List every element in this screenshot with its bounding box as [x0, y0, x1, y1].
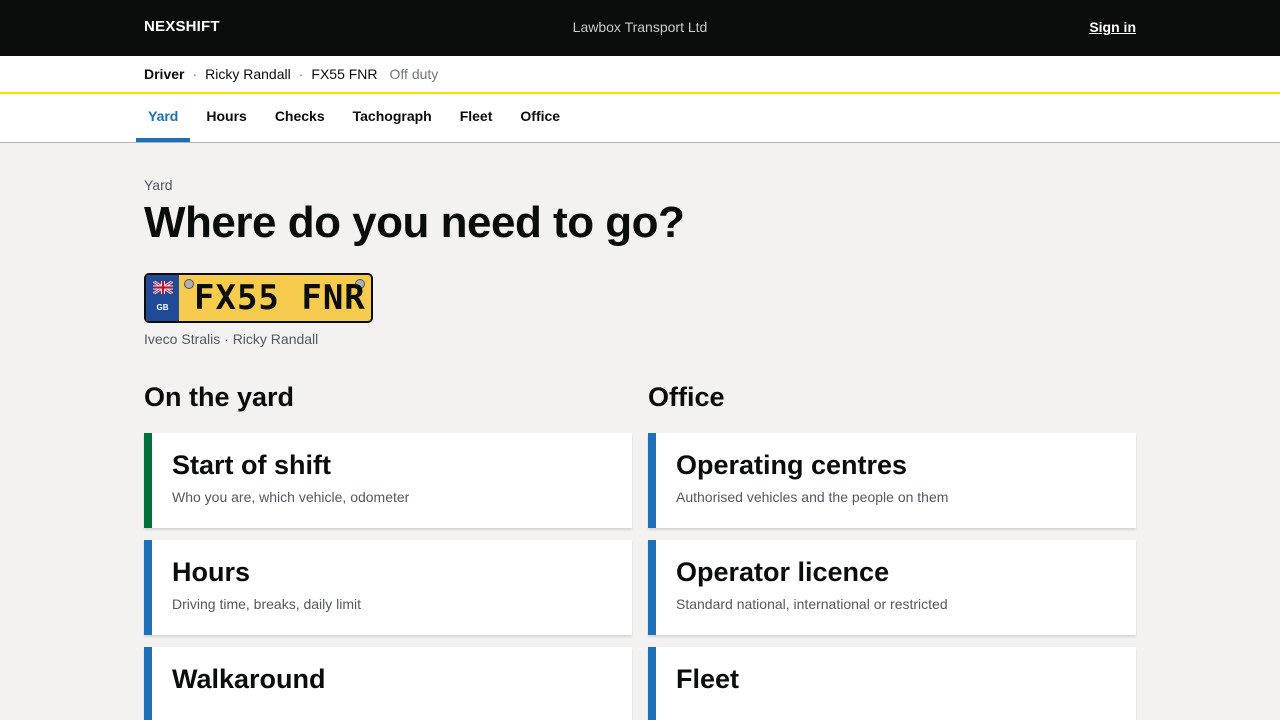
card-description: Who you are, which vehicle, odometer — [172, 488, 410, 505]
card-title: Fleet — [676, 664, 740, 695]
card-fleet[interactable]: Fleet — [648, 647, 1136, 720]
plate-registration: FX55 FNR — [194, 278, 366, 319]
duty-status: Off duty — [389, 66, 439, 82]
plate-bolt-icon — [184, 279, 194, 290]
separator: · — [298, 66, 304, 82]
separator: · — [192, 66, 198, 82]
card-walkaround[interactable]: Walkaround — [144, 647, 632, 720]
sign-in-link[interactable]: Sign in — [1089, 19, 1136, 35]
card-title: Operating centres — [676, 450, 908, 481]
plate-country-code: GB — [156, 303, 169, 313]
tab-hours[interactable]: Hours — [194, 94, 258, 142]
section-office: Office Operating centres Authorised vehi… — [648, 383, 1136, 720]
driver-role: Driver — [144, 66, 185, 82]
card-title: Start of shift — [172, 450, 331, 481]
card-description: Standard national, international or rest… — [676, 595, 948, 612]
vehicle-caption: Iveco Stralis · Ricky Randall — [144, 331, 319, 348]
driver-name: Ricky Randall — [205, 66, 291, 82]
main-nav: Yard Hours Checks Tachograph Fleet Offic… — [0, 94, 1280, 143]
top-header: NEXSHIFT Lawbox Transport Ltd Sign in — [0, 0, 1280, 56]
section-yard: On the yard Start of shift Who you are, … — [144, 383, 632, 720]
breadcrumb[interactable]: Yard — [144, 177, 1136, 193]
section-heading: Office — [648, 382, 725, 413]
card-operating-centres[interactable]: Operating centres Authorised vehicles an… — [648, 433, 1136, 529]
destination-columns: On the yard Start of shift Who you are, … — [144, 383, 1136, 720]
tab-office[interactable]: Office — [508, 94, 572, 142]
section-heading: On the yard — [144, 382, 295, 413]
driver-bar: Driver · Ricky Randall · FX55 FNR Off du… — [0, 56, 1280, 94]
card-description: Driving time, breaks, daily limit — [172, 595, 362, 612]
tab-checks[interactable]: Checks — [263, 94, 337, 142]
card-description: Authorised vehicles and the people on th… — [676, 488, 949, 505]
card-operator-licence[interactable]: Operator licence Standard national, inte… — [648, 540, 1136, 636]
card-hours[interactable]: Hours Driving time, breaks, daily limit — [144, 540, 632, 636]
tab-fleet[interactable]: Fleet — [448, 94, 505, 142]
union-flag-icon — [153, 281, 173, 295]
number-plate: GB FX55 FNR — [144, 273, 373, 324]
tab-tachograph[interactable]: Tachograph — [341, 94, 444, 142]
card-title: Hours — [172, 557, 251, 588]
tab-yard[interactable]: Yard — [136, 94, 191, 142]
main-content: Yard Where do you need to go? GB FX55 FN… — [0, 177, 1280, 720]
card-start-of-shift[interactable]: Start of shift Who you are, which vehicl… — [144, 433, 632, 529]
page-title: Where do you need to go? — [144, 198, 685, 247]
card-title: Operator licence — [676, 557, 890, 588]
card-title: Walkaround — [172, 664, 326, 695]
organisation-name: Lawbox Transport Ltd — [572, 19, 708, 35]
driver-vehicle: FX55 FNR — [311, 66, 378, 82]
